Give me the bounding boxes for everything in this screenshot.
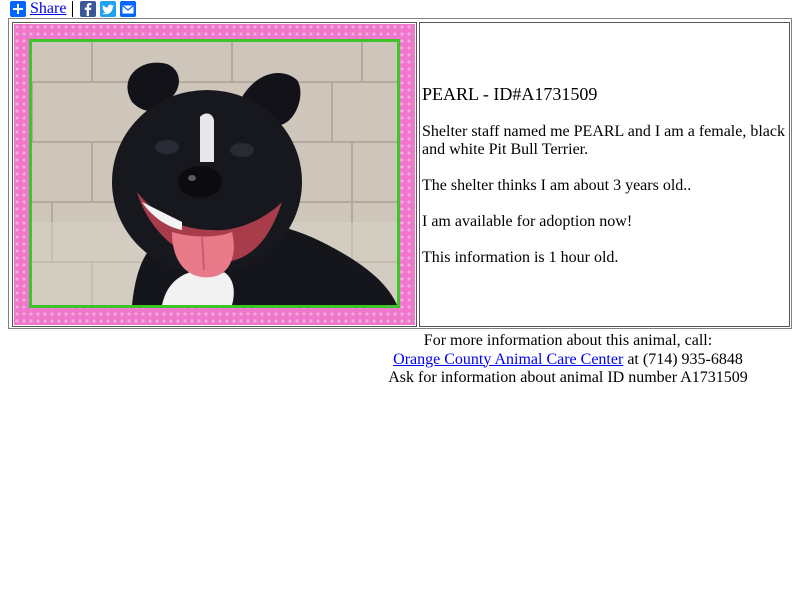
info-freshness: This information is 1 hour old. — [422, 249, 619, 266]
contact-intro: For more information about this animal, … — [423, 332, 713, 349]
animal-info: PEARL - ID#A1731509 Shelter staff named … — [422, 85, 785, 285]
share-link[interactable]: Share — [30, 0, 66, 18]
contact-ask: Ask for information about animal ID numb… — [388, 369, 748, 386]
dog-photo-image — [32, 42, 397, 305]
facebook-icon[interactable] — [80, 1, 97, 17]
share-divider — [72, 1, 74, 17]
contact-info: For more information about this animal, … — [336, 332, 800, 388]
contact-line: Orange County Animal Care Center at (714… — [336, 351, 800, 370]
photo-cell — [12, 22, 417, 327]
animal-table: PEARL - ID#A1731509 Shelter staff named … — [8, 18, 792, 329]
animal-photo — [29, 39, 400, 308]
shelter-phone: at (714) 935-6848 — [623, 350, 743, 368]
photo-frame — [14, 24, 415, 325]
email-icon[interactable] — [120, 1, 137, 17]
shelter-link[interactable]: Orange County Animal Care Center — [393, 351, 623, 368]
twitter-icon[interactable] — [100, 1, 117, 17]
animal-description: Shelter staff named me PEARL and I am a … — [422, 123, 785, 158]
share-bar: Share — [10, 0, 140, 18]
info-cell: PEARL - ID#A1731509 Shelter staff named … — [419, 22, 790, 327]
animal-title: PEARL - ID#A1731509 — [422, 84, 598, 104]
animal-availability: I am available for adoption now! — [422, 213, 633, 230]
plus-icon[interactable] — [10, 1, 26, 17]
animal-age: The shelter thinks I am about 3 years ol… — [422, 177, 692, 194]
